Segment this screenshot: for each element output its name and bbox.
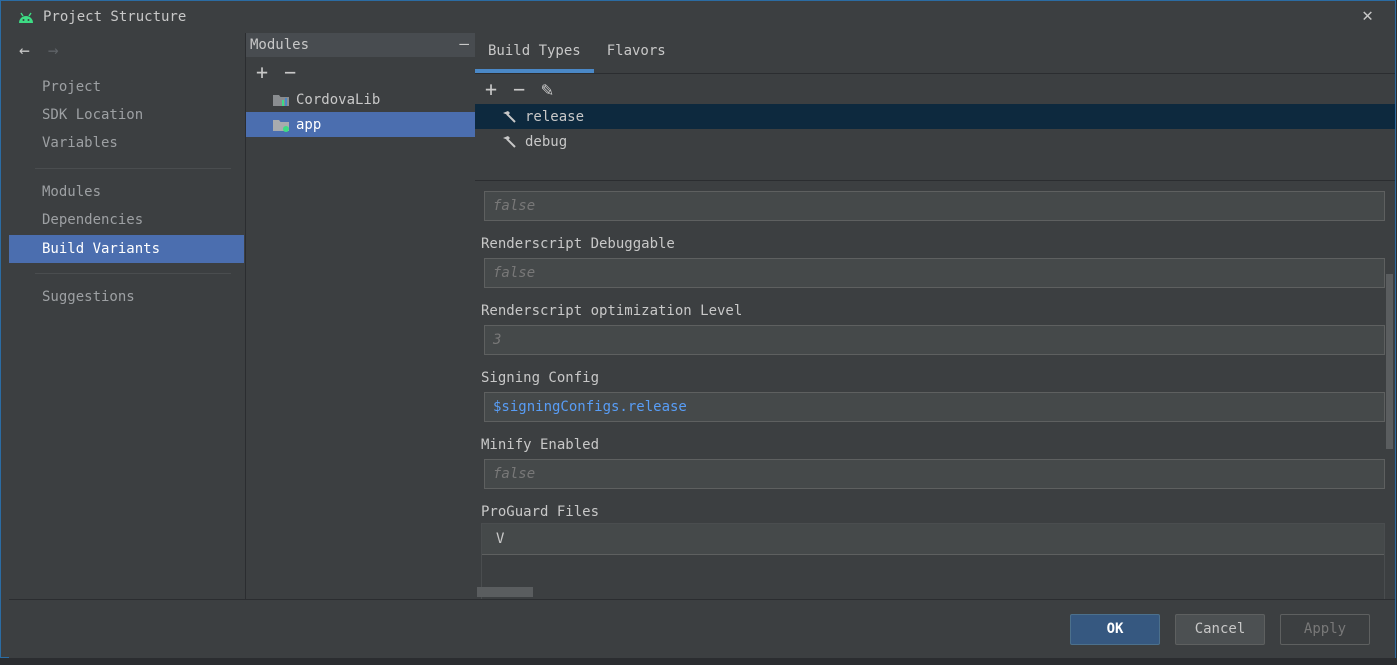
window-title: Project Structure [43, 8, 187, 25]
ok-button[interactable]: OK [1070, 614, 1160, 645]
sidebar-divider [35, 273, 231, 274]
build-type-label: debug [525, 133, 568, 150]
remove-build-type-button[interactable]: − [513, 77, 525, 101]
vertical-scrollbar[interactable] [1386, 274, 1393, 449]
signing-config-field[interactable]: $signingConfigs.release [484, 392, 1385, 422]
app-module-icon [273, 119, 289, 132]
sidebar-item-suggestions[interactable]: Suggestions [9, 283, 244, 311]
sidebar-item-sdk-location[interactable]: SDK Location [9, 101, 244, 129]
tab-bar: Build Types Flavors [475, 33, 1395, 74]
renderscript-debuggable-label: Renderscript Debuggable [481, 236, 675, 252]
hammer-icon [503, 135, 516, 148]
background-strip [0, 658, 1397, 665]
nav-arrows: ← → [19, 41, 59, 61]
sidebar-item-build-variants[interactable]: Build Variants [9, 235, 244, 263]
modules-header: Modules — [246, 33, 475, 57]
modules-header-label: Modules [250, 37, 310, 53]
tab-flavors[interactable]: Flavors [594, 33, 679, 73]
build-type-debug[interactable]: debug [475, 129, 1395, 154]
add-module-button[interactable]: + [256, 62, 268, 82]
proguard-file-row[interactable]: V [482, 524, 1384, 555]
remove-module-button[interactable]: − [284, 62, 296, 82]
project-structure-dialog: Project Structure ✕ ← → Project SDK Loca… [0, 0, 1396, 658]
tab-build-types[interactable]: Build Types [475, 33, 594, 73]
build-type-release[interactable]: release [475, 104, 1395, 129]
add-build-type-button[interactable]: + [485, 77, 497, 101]
horizontal-scrollbar[interactable] [477, 587, 533, 597]
hammer-icon [503, 110, 516, 123]
module-label: app [296, 116, 322, 133]
forward-arrow-icon[interactable]: → [48, 41, 59, 61]
module-item-cordovalib[interactable]: CordovaLib [246, 87, 475, 112]
content-area: ← → Project SDK Location Variables Modul… [9, 33, 1395, 599]
renderscript-optimization-field[interactable]: 3 [484, 325, 1385, 355]
cancel-button[interactable]: Cancel [1175, 614, 1265, 645]
build-types-toolbar: + − ✎ [475, 74, 1395, 104]
module-label: CordovaLib [296, 91, 381, 108]
signing-config-label: Signing Config [481, 370, 600, 386]
modules-toolbar: + − [246, 57, 475, 87]
module-item-app[interactable]: app [246, 112, 475, 137]
edit-icon[interactable]: ✎ [541, 77, 553, 101]
back-arrow-icon[interactable]: ← [19, 41, 30, 61]
proguard-files-list: V [481, 523, 1385, 599]
sidebar-item-project[interactable]: Project [9, 73, 244, 101]
properties-form: false Renderscript Debuggable false Rend… [475, 179, 1395, 599]
sidebar-item-modules[interactable]: Modules [9, 178, 244, 206]
collapse-icon[interactable]: — [459, 36, 469, 52]
modules-panel: Modules — + − CordovaLib app [245, 33, 476, 599]
renderscript-optimization-label: Renderscript optimization Level [481, 303, 743, 319]
android-icon [19, 12, 33, 23]
build-variants-panel: Build Types Flavors + − ✎ release debug … [475, 33, 1395, 599]
build-type-label: release [525, 108, 585, 125]
renderscript-debuggable-field[interactable]: false [484, 258, 1385, 288]
dialog-footer: OK Cancel Apply [9, 599, 1395, 658]
sidebar-item-dependencies[interactable]: Dependencies [9, 206, 244, 234]
build-types-list: release debug [475, 104, 1395, 181]
sidebar: ← → Project SDK Location Variables Modul… [9, 33, 244, 599]
title-bar: Project Structure ✕ [1, 1, 1395, 32]
close-icon[interactable]: ✕ [1362, 6, 1373, 26]
minify-enabled-field[interactable]: false [484, 459, 1385, 489]
minify-enabled-label: Minify Enabled [481, 437, 600, 453]
jni-debuggable-field[interactable]: false [484, 191, 1385, 221]
sidebar-item-variables[interactable]: Variables [9, 129, 244, 157]
proguard-files-label: ProGuard Files [481, 504, 600, 520]
library-module-icon [273, 94, 289, 106]
apply-button[interactable]: Apply [1280, 614, 1370, 645]
sidebar-divider [35, 168, 231, 169]
